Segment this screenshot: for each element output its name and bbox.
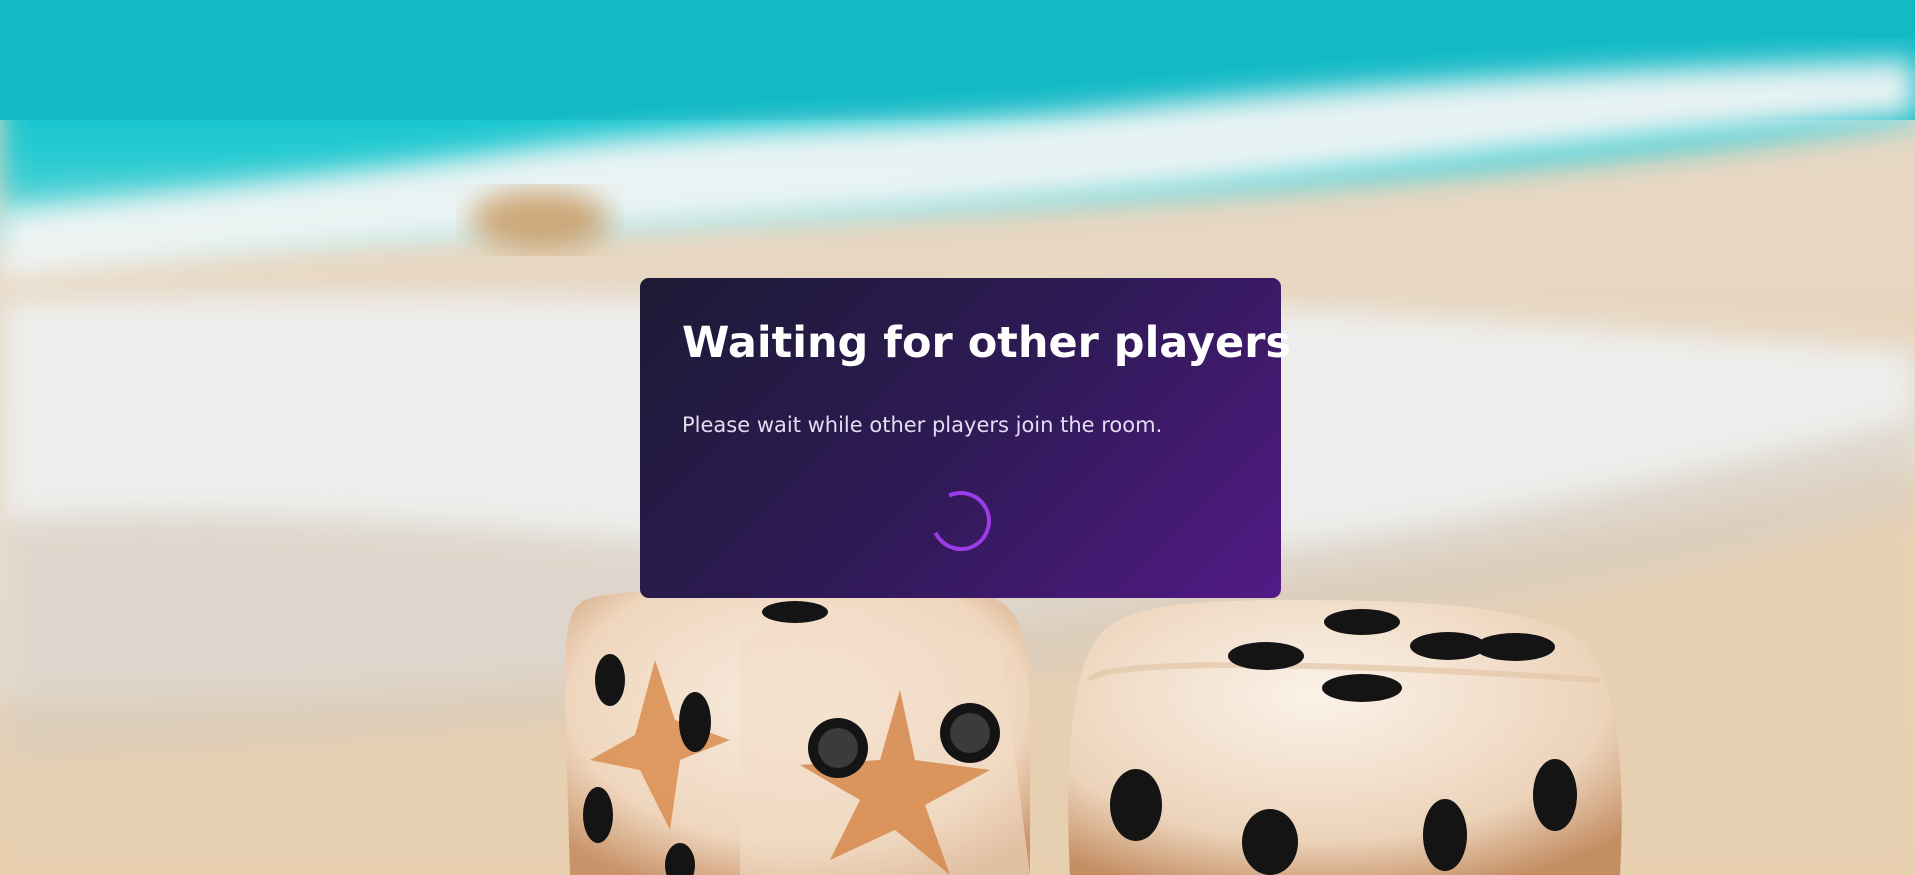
right-die xyxy=(1068,600,1622,875)
dialog-title: Waiting for other players xyxy=(682,318,1291,368)
left-die xyxy=(565,588,1030,875)
dialog-message: Please wait while other players join the… xyxy=(682,412,1163,437)
loading-spinner-icon xyxy=(922,482,999,560)
spinner-container xyxy=(640,482,1281,560)
game-screen: Waiting for other players Please wait wh… xyxy=(0,0,1915,875)
waiting-dialog: Waiting for other players Please wait wh… xyxy=(640,278,1291,598)
